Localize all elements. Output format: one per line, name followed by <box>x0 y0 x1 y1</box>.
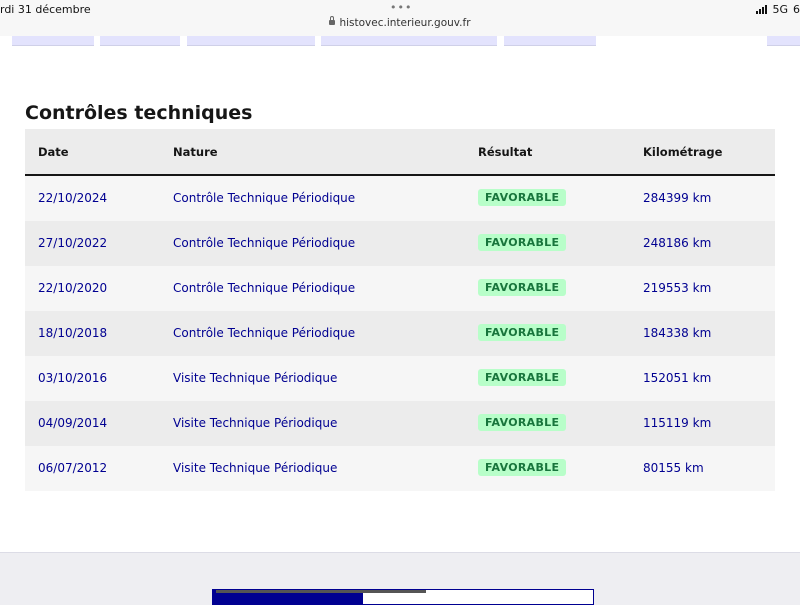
tab-2[interactable] <box>100 36 180 46</box>
result-badge: FAVORABLE <box>478 324 567 341</box>
row-date: 04/09/2014 <box>38 416 108 430</box>
row-nature: Visite Technique Périodique <box>173 371 338 385</box>
row-nature: Contrôle Technique Périodique <box>173 236 356 250</box>
network-label: 5G <box>772 3 788 16</box>
home-indicator <box>216 590 426 593</box>
result-badge: FAVORABLE <box>478 414 567 431</box>
result-badge: FAVORABLE <box>478 459 567 476</box>
row-mileage: 248186 km <box>643 236 712 250</box>
result-badge: FAVORABLE <box>478 279 567 296</box>
result-badge: FAVORABLE <box>478 189 567 206</box>
table-row: 22/10/2024 Contrôle Technique Périodique… <box>25 176 775 221</box>
row-mileage: 152051 km <box>643 371 712 385</box>
main-card: Contrôles techniques Date Nature Résulta… <box>0 47 800 553</box>
row-date: 18/10/2018 <box>38 326 108 340</box>
status-time: rdi 31 décembre <box>0 3 91 16</box>
technical-controls-table: Date Nature Résultat Kilométrage 22/10/2… <box>25 129 775 491</box>
row-mileage: 184338 km <box>643 326 712 340</box>
row-mileage: 284399 km <box>643 191 712 205</box>
row-nature: Visite Technique Périodique <box>173 461 338 475</box>
address-bar[interactable]: histovec.interieur.gouv.fr <box>0 16 800 29</box>
tab-bar <box>0 36 800 47</box>
url-text: histovec.interieur.gouv.fr <box>339 17 471 29</box>
table-row: 04/09/2014 Visite Technique Périodique F… <box>25 401 775 446</box>
row-date: 22/10/2024 <box>38 191 108 205</box>
table-row: 22/10/2020 Contrôle Technique Périodique… <box>25 266 775 311</box>
row-nature: Visite Technique Périodique <box>173 416 338 430</box>
row-date: 27/10/2022 <box>38 236 108 250</box>
header-nature: Nature <box>173 145 218 159</box>
table-row: 27/10/2022 Contrôle Technique Périodique… <box>25 221 775 266</box>
more-dots-icon[interactable]: ••• <box>390 1 412 14</box>
table-header: Date Nature Résultat Kilométrage <box>25 129 775 176</box>
table-row: 03/10/2016 Visite Technique Périodique F… <box>25 356 775 401</box>
tab-7[interactable] <box>767 36 800 46</box>
section-title: Contrôles techniques <box>25 102 253 124</box>
result-badge: FAVORABLE <box>478 234 567 251</box>
status-bar: rdi 31 décembre ••• histovec.interieur.g… <box>0 0 800 36</box>
row-mileage: 219553 km <box>643 281 712 295</box>
row-date: 06/07/2012 <box>38 461 108 475</box>
row-nature: Contrôle Technique Périodique <box>173 191 356 205</box>
result-badge: FAVORABLE <box>478 369 567 386</box>
lock-icon <box>329 16 336 25</box>
tab-3[interactable] <box>187 36 315 46</box>
header-mileage: Kilométrage <box>643 145 723 159</box>
table-row: 18/10/2018 Contrôle Technique Périodique… <box>25 311 775 356</box>
tab-4[interactable] <box>321 36 497 46</box>
tab-5[interactable] <box>504 36 596 46</box>
row-date: 03/10/2016 <box>38 371 108 385</box>
bottom-area <box>0 553 800 605</box>
header-result: Résultat <box>478 145 533 159</box>
tab-6-active[interactable] <box>603 36 761 45</box>
row-nature: Contrôle Technique Périodique <box>173 326 356 340</box>
row-mileage: 115119 km <box>643 416 712 430</box>
table-row: 06/07/2012 Visite Technique Périodique F… <box>25 446 775 491</box>
signal-icon <box>756 5 768 14</box>
row-nature: Contrôle Technique Périodique <box>173 281 356 295</box>
header-date: Date <box>38 145 69 159</box>
row-date: 22/10/2020 <box>38 281 108 295</box>
status-indicators: 5G 6 <box>756 3 800 16</box>
tab-1[interactable] <box>12 36 94 46</box>
row-mileage: 80155 km <box>643 461 704 475</box>
battery-label: 6 <box>793 3 800 16</box>
